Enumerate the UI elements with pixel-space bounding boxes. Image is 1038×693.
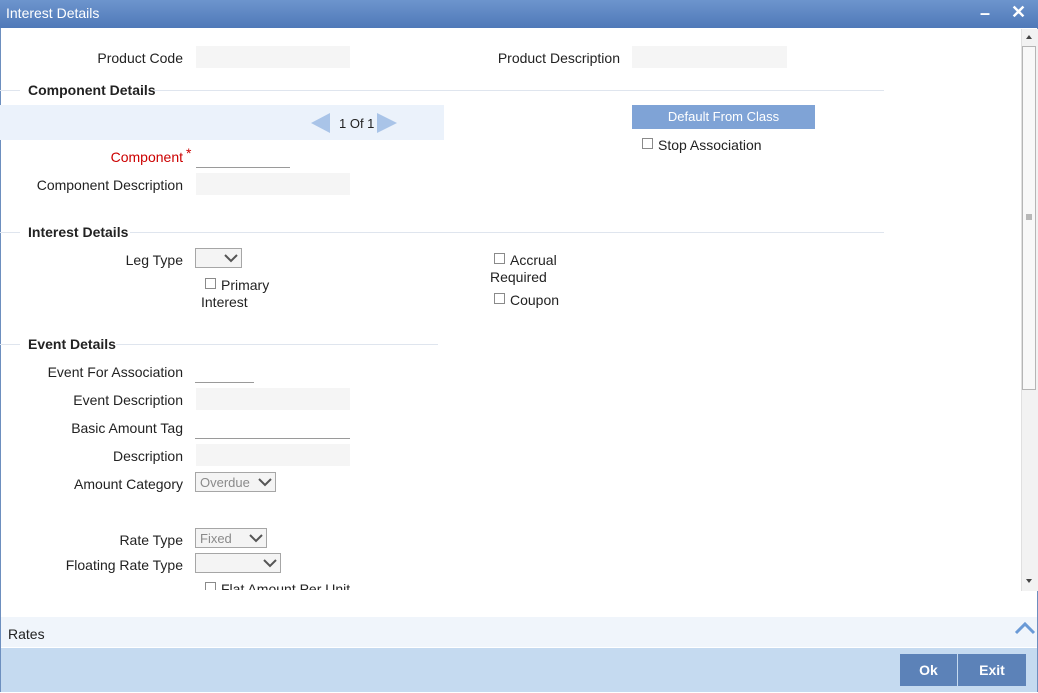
exit-button[interactable]: Exit [958, 654, 1026, 686]
section-divider [0, 232, 20, 233]
coupon-label: Coupon [510, 292, 560, 308]
amount-category-value: Overdue [200, 475, 250, 490]
basic-amount-tag-input[interactable] [195, 417, 350, 439]
product-code-label: Product Code [97, 50, 183, 66]
pager-text: 1 Of 1 [339, 116, 375, 131]
rates-label: Rates [8, 626, 45, 642]
stop-association-label: Stop Association [658, 137, 762, 153]
window-titlebar: Interest Details – ✕ [0, 0, 1038, 28]
description-label: Description [112, 448, 183, 464]
basic-amount-tag-label: Basic Amount Tag [71, 420, 183, 436]
amount-category-select[interactable]: Overdue [195, 472, 276, 492]
previous-arrow-icon[interactable] [310, 112, 332, 134]
event-description-field[interactable] [196, 388, 350, 410]
primary-interest-label-1: Primary [221, 277, 270, 293]
accrual-required-label-2: Required [490, 269, 547, 285]
floating-rate-type-select[interactable] [195, 553, 281, 573]
section-divider [0, 90, 20, 91]
component-description-label: Component Description [36, 177, 183, 193]
chevron-down-icon [263, 559, 277, 568]
component-description-field[interactable] [196, 173, 350, 195]
section-divider [0, 344, 20, 345]
interest-details-title: Interest Details [28, 224, 129, 240]
component-label: Component [60, 149, 183, 165]
minimize-icon[interactable]: – [980, 4, 990, 22]
rate-type-label: Rate Type [119, 532, 183, 548]
rate-type-select[interactable]: Fixed [195, 528, 267, 548]
close-icon[interactable]: ✕ [1011, 3, 1026, 21]
leg-type-select[interactable] [195, 248, 242, 268]
rates-bar[interactable]: Rates [1, 617, 1037, 647]
component-input[interactable] [196, 146, 290, 168]
flat-amount-per-unit-checkbox[interactable] [205, 582, 216, 590]
grip-icon [1026, 214, 1032, 220]
chevron-down-icon [224, 254, 238, 263]
component-details-title: Component Details [28, 82, 156, 98]
footer-bar [1, 648, 1037, 692]
flat-amount-per-unit-row: Flat Amount Per Unit [190, 578, 390, 590]
accrual-required-label-1: Accrual [510, 252, 557, 268]
section-divider [154, 90, 884, 91]
coupon-checkbox[interactable] [494, 293, 505, 304]
chevron-down-icon [249, 534, 263, 543]
leg-type-label: Leg Type [125, 252, 183, 268]
stop-association-checkbox[interactable] [642, 138, 653, 149]
product-description-field[interactable] [632, 46, 787, 68]
event-for-association-label: Event For Association [47, 364, 183, 380]
section-divider [116, 344, 438, 345]
description-field[interactable] [196, 444, 350, 466]
scroll-down-icon[interactable] [1024, 576, 1034, 586]
component-label-text: Component [110, 149, 183, 165]
event-description-label: Event Description [73, 392, 183, 408]
chevron-up-icon[interactable] [1013, 619, 1037, 637]
amount-category-label: Amount Category [74, 476, 183, 492]
window-title: Interest Details [6, 5, 100, 21]
default-from-class-button[interactable]: Default From Class [632, 105, 815, 129]
product-description-label: Product Description [497, 50, 620, 66]
event-details-title: Event Details [28, 336, 116, 352]
event-for-association-input[interactable] [195, 361, 254, 383]
ok-button[interactable]: Ok [900, 654, 957, 686]
flat-amount-per-unit-label: Flat Amount Per Unit [221, 581, 351, 590]
next-arrow-icon[interactable] [376, 112, 398, 134]
primary-interest-label-2: Interest [201, 294, 248, 310]
accrual-required-checkbox[interactable] [494, 253, 505, 264]
scroll-up-icon[interactable] [1024, 32, 1034, 42]
section-divider [130, 232, 884, 233]
chevron-down-icon [258, 478, 272, 487]
rate-type-value: Fixed [200, 531, 232, 546]
primary-interest-checkbox[interactable] [205, 278, 216, 289]
required-asterisk: * [186, 145, 192, 161]
floating-rate-type-label: Floating Rate Type [65, 557, 183, 573]
product-code-field[interactable] [196, 46, 350, 68]
